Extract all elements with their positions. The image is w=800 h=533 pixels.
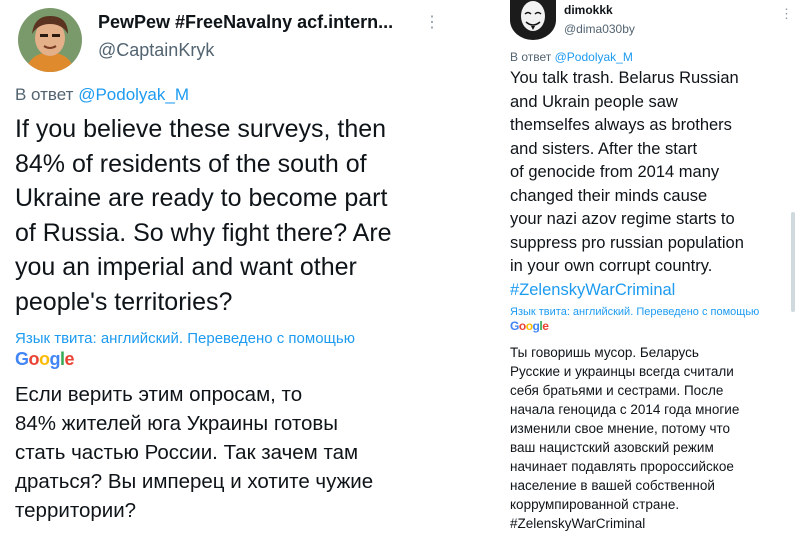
more-dots-icon[interactable]: ⋮	[424, 12, 440, 32]
translated-text: Ты говоришь мусор. Беларусь Русские и ук…	[510, 343, 739, 533]
translated-text-line: территории?	[15, 499, 137, 522]
cartoon-avatar-image	[18, 8, 82, 72]
tweet-text-line: and sisters. After the start	[510, 139, 698, 158]
left-tweet-panel: PewPew #FreeNavalny acf.intern... @Capta…	[0, 0, 462, 533]
translated-text-line: 84% жителей юга Украины готовы	[15, 412, 339, 435]
mask-avatar-image	[510, 0, 556, 40]
reply-context: В ответ @Podolyak_M	[15, 85, 189, 105]
author-name[interactable]: dimokkk	[564, 3, 613, 17]
avatar[interactable]	[510, 0, 556, 40]
tweet-text-line: your nazi azov regime starts to	[510, 210, 735, 228]
translated-hashtag: #ZelenskyWarCriminal	[510, 516, 646, 531]
tweet-text-line: 84% of residents of the south of	[15, 149, 367, 178]
author-name[interactable]: PewPew #FreeNavalny acf.intern...	[98, 12, 393, 33]
translated-text-line: ваш нацистский азовский режим	[510, 440, 714, 455]
translation-note-link[interactable]: Язык твита: английский. Переведено с пом…	[15, 330, 355, 347]
translated-text-line: себя братьями и сестрами. После	[510, 383, 724, 398]
tweet-text-line: Ukraine are ready to become part	[15, 184, 388, 212]
author-handle[interactable]: @CaptainKryk	[98, 40, 214, 61]
tweet-text-line: themselfes always as brothers	[510, 116, 732, 134]
tweet-text-line: suppress pro russian population	[510, 233, 744, 252]
translated-text-line: начала геноцида с 2014 года многие	[510, 402, 740, 417]
google-logo: Google	[15, 349, 75, 369]
translated-text-line: коррумпированной стране.	[510, 497, 680, 512]
scrollbar[interactable]	[791, 212, 795, 312]
reply-prefix: В ответ	[510, 50, 552, 64]
tweet-text: You talk trash. Belarus Russian and Ukra…	[510, 67, 744, 302]
translated-text-line: население в вашей собственной	[510, 478, 715, 493]
tweet-text-line: in your own corrupt country.	[510, 257, 713, 275]
more-dots-icon[interactable]: ⋮	[780, 6, 793, 22]
tweet-text-line: You talk trash. Belarus Russian	[510, 69, 739, 87]
tweet-text-line: people's territories?	[15, 287, 233, 316]
tweet-text: If you believe these surveys, then 84% o…	[15, 112, 392, 319]
tweet-text-line: you an imperial and want other	[15, 253, 357, 281]
right-tweet-panel: dimokkk @dima030by ⋮ В ответ @Podolyak_M…	[496, 0, 800, 533]
reply-context: В ответ @Podolyak_M	[510, 50, 633, 64]
author-handle[interactable]: @dima030by	[564, 22, 635, 36]
translated-text-line: Если верить этим опросам, то	[15, 383, 303, 406]
translated-text-line: Русские и украинцы всегда считали	[510, 364, 734, 379]
hashtag-link[interactable]: #ZelenskyWarCriminal	[510, 279, 744, 303]
google-logo: Google	[510, 319, 549, 333]
reply-prefix: В ответ	[15, 85, 74, 104]
translated-text-line: Ты говоришь мусор. Беларусь	[510, 345, 699, 360]
translated-text-line: стать частью России. Так зачем там	[15, 441, 359, 464]
screenshot-divider	[462, 0, 496, 533]
translated-text-line: изменили свое мнение, потому что	[510, 421, 731, 436]
tweet-text-line: changed their minds cause	[510, 186, 708, 205]
translated-text-line: начинает подавлять пророссийское	[510, 459, 734, 474]
tweet-text-line: If you believe these surveys, then	[15, 115, 387, 143]
tweet-text-line: and Ukrain people saw	[510, 92, 678, 111]
avatar[interactable]	[18, 8, 82, 72]
reply-mention-link[interactable]: @Podolyak_M	[555, 50, 633, 64]
tweet-text-line: of genocide from 2014 many	[510, 163, 720, 181]
tweet-text-line: of Russia. So why fight there? Are	[15, 218, 392, 247]
reply-mention-link[interactable]: @Podolyak_M	[78, 85, 189, 104]
translated-text: Если верить этим опросам, то 84% жителей…	[15, 380, 373, 525]
translation-note-link[interactable]: Язык твита: английский. Переведено с пом…	[510, 306, 759, 318]
translated-text-line: драться? Вы имперец и хотите чужие	[15, 470, 374, 493]
